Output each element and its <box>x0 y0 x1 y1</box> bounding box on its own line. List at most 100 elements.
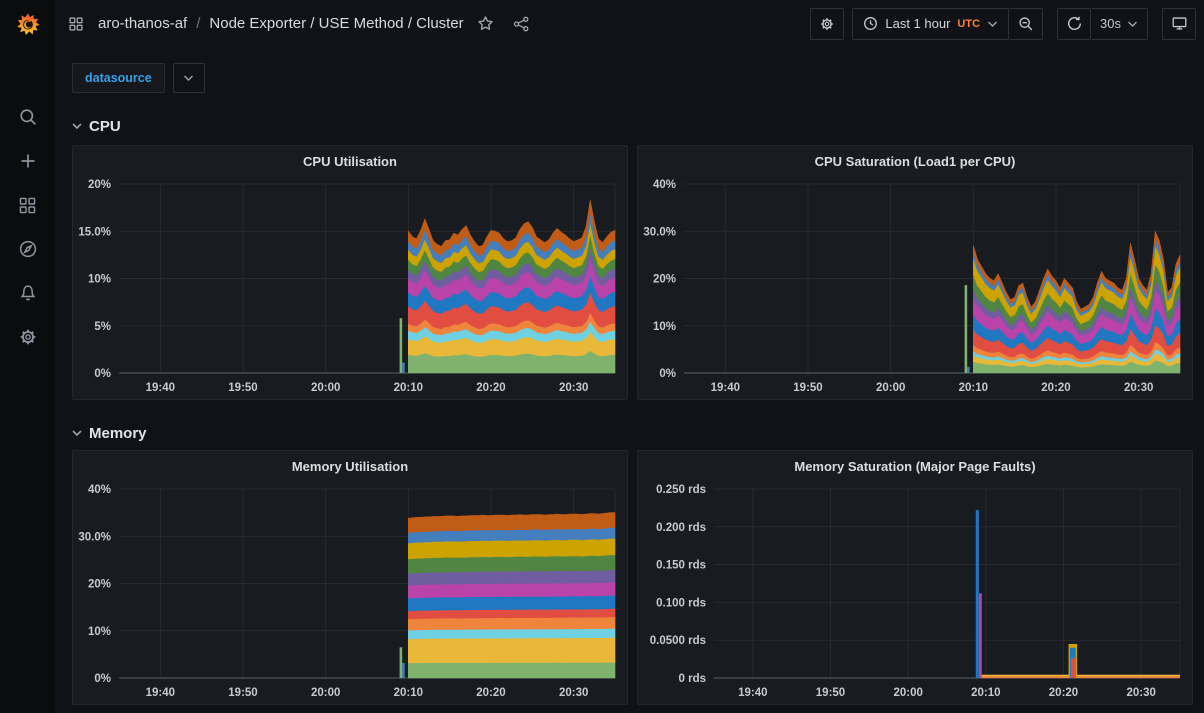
refresh-interval-dropdown[interactable]: 30s <box>1091 8 1148 40</box>
sidebar-item-dashboards[interactable] <box>0 183 55 227</box>
svg-text:0.200 rds: 0.200 rds <box>656 522 706 534</box>
time-picker-button[interactable]: Last 1 hour UTC <box>852 8 1009 40</box>
breadcrumb-separator: / <box>196 15 200 32</box>
sidebar-item-explore[interactable] <box>0 227 55 271</box>
svg-text:20%: 20% <box>653 274 676 286</box>
sidebar-icon-stack <box>0 95 55 359</box>
svg-text:20:20: 20:20 <box>1049 687 1078 699</box>
chevron-down-icon <box>987 20 998 28</box>
dashboard-settings-button[interactable] <box>810 8 844 40</box>
memory-panel-row: Memory Utilisation 19:40 19:50 20:00 20:10 2… <box>72 450 1193 705</box>
svg-text:19:50: 19:50 <box>793 382 822 394</box>
panel-title[interactable]: CPU Saturation (Load1 per CPU) <box>638 146 1192 176</box>
chart-memory-utilisation: 19:4019:5020:0020:1020:2020:300%10%20%30… <box>73 481 627 704</box>
svg-text:20:10: 20:10 <box>971 687 1000 699</box>
section-header-memory[interactable]: Memory <box>72 420 1193 446</box>
datasource-variable-button[interactable]: datasource <box>72 63 165 93</box>
svg-text:20:10: 20:10 <box>394 382 423 394</box>
zoom-out-time-button[interactable] <box>1009 8 1043 40</box>
chart-cpu-utilisation: 19:4019:5020:0020:1020:2020:300%5%10%15.… <box>73 176 627 399</box>
datasource-variable-dropdown[interactable] <box>173 63 205 93</box>
panel-cpu-utilisation: CPU Utilisation 19:4019:5020:0020:1020:2… <box>72 145 628 400</box>
svg-text:20:10: 20:10 <box>394 687 423 699</box>
svg-text:20:20: 20:20 <box>1041 382 1070 394</box>
star-button[interactable] <box>473 11 499 37</box>
time-controls-group: Last 1 hour UTC <box>852 8 1043 40</box>
refresh-interval-value: 30s <box>1100 16 1121 31</box>
sidebar-item-create[interactable] <box>0 139 55 183</box>
star-icon <box>477 15 494 32</box>
svg-text:30.0%: 30.0% <box>643 226 676 238</box>
svg-text:19:40: 19:40 <box>146 687 175 699</box>
breadcrumb-folder[interactable]: aro-thanos-af <box>98 15 187 32</box>
panel-title[interactable]: Memory Utilisation <box>73 451 627 481</box>
svg-text:20:10: 20:10 <box>959 382 988 394</box>
plus-icon <box>18 151 38 171</box>
svg-text:0%: 0% <box>94 673 111 685</box>
share-icon <box>513 16 529 32</box>
svg-text:0.0500 rds: 0.0500 rds <box>650 635 706 647</box>
svg-text:15.0%: 15.0% <box>78 226 111 238</box>
monitor-kiosk-icon <box>1171 15 1188 32</box>
svg-text:0.250 rds: 0.250 rds <box>656 484 706 496</box>
chevron-down-icon <box>72 429 82 437</box>
svg-text:40%: 40% <box>653 179 676 191</box>
apps-grid-icon[interactable] <box>63 11 89 37</box>
search-icon <box>18 107 38 127</box>
chevron-down-icon <box>183 74 194 82</box>
svg-text:10%: 10% <box>88 626 111 638</box>
bell-icon <box>18 283 38 303</box>
panel-cpu-saturation: CPU Saturation (Load1 per CPU) 19:40 19:5… <box>637 145 1193 400</box>
svg-text:19:50: 19:50 <box>228 687 257 699</box>
sidebar-item-configuration[interactable] <box>0 315 55 359</box>
svg-text:20:20: 20:20 <box>476 687 505 699</box>
navbar-controls: Last 1 hour UTC <box>810 8 1196 40</box>
top-navbar: aro-thanos-af / Node Exporter / USE Meth… <box>55 0 1204 47</box>
svg-text:20:30: 20:30 <box>559 687 588 699</box>
svg-text:19:40: 19:40 <box>738 687 767 699</box>
gear-icon <box>819 16 835 32</box>
breadcrumb: aro-thanos-af / Node Exporter / USE Meth… <box>98 15 464 32</box>
svg-text:10%: 10% <box>653 321 676 333</box>
breadcrumb-dashboard-title[interactable]: Node Exporter / USE Method / Cluster <box>209 15 463 32</box>
svg-text:20:00: 20:00 <box>311 382 340 394</box>
svg-text:10%: 10% <box>88 274 111 286</box>
svg-text:20:00: 20:00 <box>311 687 340 699</box>
svg-text:20:30: 20:30 <box>559 382 588 394</box>
grafana-logo-icon <box>14 10 42 38</box>
svg-text:20:00: 20:00 <box>893 687 922 699</box>
svg-text:0%: 0% <box>94 368 111 380</box>
svg-text:19:50: 19:50 <box>816 687 845 699</box>
section-title: CPU <box>89 118 121 135</box>
share-button[interactable] <box>508 11 534 37</box>
kiosk-mode-button[interactable] <box>1162 8 1196 40</box>
svg-text:30.0%: 30.0% <box>78 531 111 543</box>
compass-icon <box>18 239 38 259</box>
svg-text:20:30: 20:30 <box>1126 687 1155 699</box>
panel-memory-saturation: Memory Saturation (Major Page Faults) 19… <box>637 450 1193 705</box>
chart-cpu-saturation: 19:4019:5020:0020:1020:2020:300%10%20%30… <box>638 176 1192 399</box>
svg-text:0 rds: 0 rds <box>679 673 707 685</box>
svg-text:0.100 rds: 0.100 rds <box>656 597 706 609</box>
time-range-label: Last 1 hour <box>885 16 950 31</box>
refresh-group: 30s <box>1057 8 1148 40</box>
sidebar-item-alerting[interactable] <box>0 271 55 315</box>
zoom-out-magnifier-icon <box>1018 16 1034 32</box>
chevron-down-icon <box>72 122 82 130</box>
clock-icon <box>863 16 878 31</box>
panel-title[interactable]: CPU Utilisation <box>73 146 627 176</box>
section-title: Memory <box>89 425 147 442</box>
panel-memory-utilisation: Memory Utilisation 19:40 19:50 20:00 20:10 2… <box>72 450 628 705</box>
svg-text:19:40: 19:40 <box>711 382 740 394</box>
svg-text:20%: 20% <box>88 179 111 191</box>
svg-text:0%: 0% <box>659 368 676 380</box>
refresh-button[interactable] <box>1057 8 1091 40</box>
sidebar-item-search[interactable] <box>0 95 55 139</box>
grafana-logo[interactable] <box>0 0 55 47</box>
refresh-icon <box>1067 16 1082 31</box>
variables-submenu: datasource <box>72 63 1193 93</box>
svg-text:5%: 5% <box>94 321 111 333</box>
section-header-cpu[interactable]: CPU <box>72 113 1193 139</box>
panel-title[interactable]: Memory Saturation (Major Page Faults) <box>638 451 1192 481</box>
timezone-label: UTC <box>957 18 980 30</box>
